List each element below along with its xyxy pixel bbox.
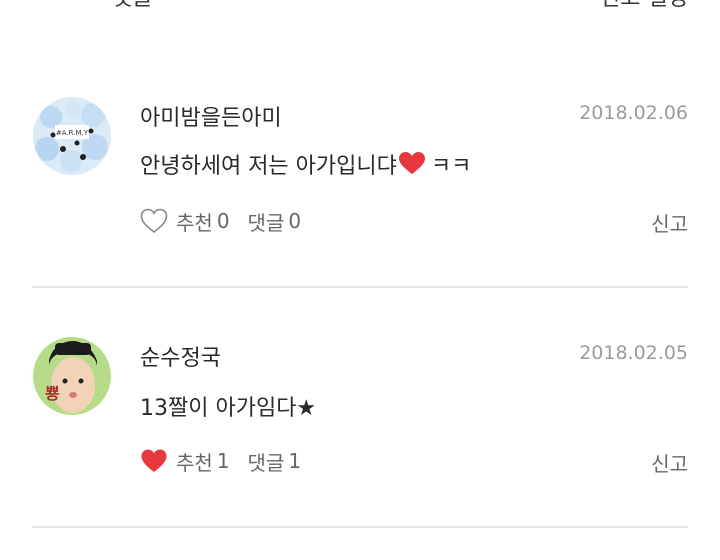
comment-text-suffix: ㅋㅋ [430, 154, 472, 179]
comment-author[interactable]: 순수정국 [140, 340, 221, 372]
comment-actions: 추천 1 댓글 1 [140, 446, 301, 476]
comment-item: #A.R.M.Y 아미밤을든아미 2018.02.06 안녕하세여 저는 아가입… [0, 80, 720, 320]
comment-date: 2018.02.05 [579, 342, 688, 364]
divider [32, 286, 688, 288]
top-bar: 댓글 신고 설정 [0, 0, 720, 11]
recommend-count: 1 [216, 449, 230, 473]
comment-text-main: 안녕하세여 저는 아가입니댜 [140, 154, 397, 179]
recommend-count: 0 [216, 209, 230, 233]
page-title: 댓글 [112, 0, 152, 12]
header-right-action[interactable]: 신고 설정 [600, 0, 688, 12]
reply-count: 0 [288, 209, 302, 233]
recommend-label[interactable]: 추천 [176, 447, 213, 476]
comment-text: 안녕하세여 저는 아가입니댜 ㅋㅋ [140, 148, 471, 180]
comment-text: 13짤이 아가임다★ [140, 396, 317, 421]
comment-item: 뿅 순수정국 2018.02.05 13짤이 아가임다★ 추천 1 댓글 1 신… [0, 320, 720, 560]
report-button[interactable]: 신고 [651, 208, 688, 237]
comment-author[interactable]: 아미밤을든아미 [140, 100, 282, 132]
avatar[interactable]: #A.R.M.Y [33, 97, 111, 175]
divider [32, 526, 688, 528]
avatar-sticker-text: 뿅 [45, 384, 60, 403]
avatar-logo-text: #A.R.M.Y [56, 129, 89, 137]
recommend-heart-icon[interactable] [140, 208, 168, 234]
reply-count: 1 [288, 449, 302, 473]
reply-label[interactable]: 댓글 [248, 447, 285, 476]
heart-emoji-icon [398, 152, 425, 174]
report-button[interactable]: 신고 [651, 448, 688, 477]
recommend-label[interactable]: 추천 [176, 207, 213, 236]
comment-actions: 추천 0 댓글 0 [140, 206, 301, 236]
comment-date: 2018.02.06 [579, 102, 688, 124]
avatar[interactable]: 뿅 [33, 337, 111, 415]
recommend-heart-filled-icon[interactable] [140, 448, 168, 474]
reply-label[interactable]: 댓글 [248, 207, 285, 236]
